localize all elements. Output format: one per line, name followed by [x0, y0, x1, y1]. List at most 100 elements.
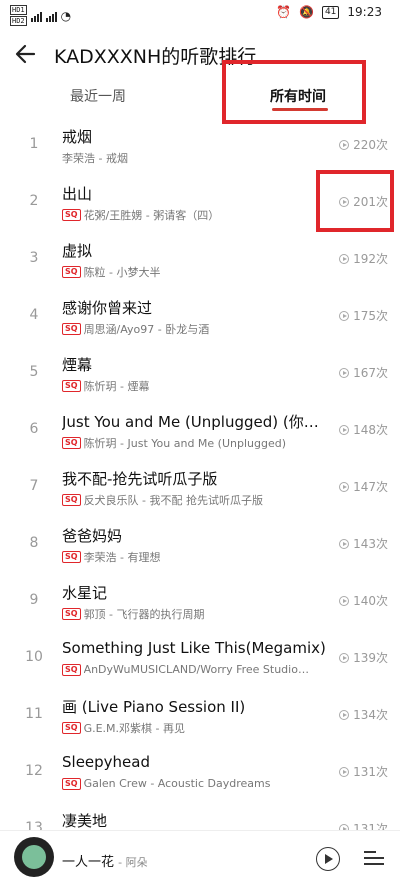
artist-album-text: 李荣浩 - 戒烟 — [62, 152, 128, 165]
rank-number: 9 — [29, 592, 39, 608]
play-count: 143次 — [339, 535, 388, 552]
song-row[interactable]: 3 虚拟 SQ 陈粒 - 小梦大半 192次 — [0, 234, 400, 290]
signal-icon-2 — [45, 10, 57, 22]
play-count-icon — [339, 253, 350, 264]
song-row[interactable]: 7 我不配-抢先试听瓜子版 SQ 反犬良乐队 - 我不配 抢先试听瓜子版 147次 — [0, 462, 400, 518]
song-row[interactable]: 8 爸爸妈妈 SQ 李荣浩 - 有理想 143次 — [0, 519, 400, 575]
wifi-icon: ◔ — [60, 8, 72, 23]
status-left: HD1 HD2 ◔ — [10, 5, 71, 26]
play-count: 220次 — [339, 136, 388, 153]
status-bar: HD1 HD2 ◔ ⏰ 🔕 41 19:23 — [0, 0, 400, 28]
rank-number: 11 — [25, 706, 43, 722]
play-count: 201次 — [339, 193, 388, 210]
sq-quality-badge: SQ — [62, 777, 81, 790]
now-playing-artist: - 阿朵 — [118, 856, 148, 869]
play-count-text: 148次 — [353, 423, 388, 437]
album-cover[interactable] — [14, 837, 54, 877]
song-title: Something Just Like This(Megamix) — [62, 639, 326, 657]
play-count-text: 139次 — [353, 651, 388, 665]
play-count-text: 220次 — [353, 138, 388, 152]
status-right: ⏰ 🔕 41 19:23 — [276, 5, 382, 19]
song-row[interactable]: 12 Sleepyhead SQ Galen Crew - Acoustic Dayd… — [0, 747, 400, 803]
playlist-queue-icon[interactable] — [364, 849, 384, 867]
sim-icons: HD1 HD2 — [10, 5, 27, 26]
song-title: Just You and Me (Unplugged) (你… — [62, 413, 319, 431]
song-title: 我不配-抢先试听瓜子版 — [62, 470, 218, 488]
rank-number: 1 — [29, 136, 39, 152]
header: KADXXXNH的听歌排行 — [0, 32, 400, 76]
rank-number: 3 — [29, 250, 39, 266]
play-count-text: 140次 — [353, 594, 388, 608]
song-subtitle: SQ 李荣浩 - 有理想 — [62, 549, 332, 565]
sq-quality-badge: SQ — [62, 551, 81, 563]
song-subtitle: SQ 反犬良乐队 - 我不配 抢先试听瓜子版 — [62, 492, 332, 508]
song-title: 出山 — [62, 185, 93, 203]
rank-number: 10 — [25, 649, 43, 665]
song-title: Sleepyhead — [62, 753, 150, 771]
battery-icon: 41 — [321, 5, 340, 19]
song-row[interactable]: 5 煙幕 SQ 陈忻玥 - 煙幕 167次 — [0, 348, 400, 404]
play-count-text: 143次 — [353, 537, 388, 551]
song-row[interactable]: 1 戒烟李荣浩 - 戒烟 220次 — [0, 120, 400, 176]
play-count-icon — [339, 139, 350, 150]
song-row[interactable]: 6 Just You and Me (Unplugged) (你… SQ 陈忻玥 - … — [0, 405, 400, 461]
signal-icon — [30, 10, 42, 22]
song-subtitle: SQ 陈忻玥 - 煙幕 — [62, 378, 332, 394]
now-playing-title: 一人一花 - 阿朵 — [62, 851, 148, 870]
play-count-text: 192次 — [353, 252, 388, 266]
play-count-text: 147次 — [353, 480, 388, 494]
song-title: 凄美地 — [62, 812, 108, 830]
tab-all-time[interactable]: 所有时间 — [270, 86, 326, 106]
song-subtitle: 李荣浩 - 戒烟 — [62, 150, 332, 166]
song-title: 爸爸妈妈 — [62, 527, 123, 545]
rank-number: 2 — [29, 193, 39, 209]
sq-quality-badge: SQ — [62, 494, 81, 506]
artist-album-text: Galen Crew - Acoustic Daydreams — [83, 777, 271, 790]
song-title: 水星记 — [62, 584, 108, 602]
sq-quality-badge: SQ — [62, 209, 81, 221]
play-count: 134次 — [339, 706, 388, 723]
play-count-text: 167次 — [353, 366, 388, 380]
rank-number: 6 — [29, 421, 39, 437]
play-count-text: 175次 — [353, 309, 388, 323]
song-row[interactable]: 2 出山 SQ 花粥/王胜娚 - 粥请客（四） 201次 — [0, 177, 400, 233]
artist-album-text: G.E.M.邓紫棋 - 再见 — [83, 722, 185, 735]
sim1-icon: HD1 — [10, 5, 27, 15]
song-subtitle: SQ郭顶 - 飞行器的执行周期 — [62, 606, 332, 622]
song-title: 戒烟 — [62, 128, 93, 146]
song-row[interactable]: 4 感谢你曾来过 SQ 周思涵/Ayo97 - 卧龙与酒 175次 — [0, 291, 400, 347]
rank-number: 4 — [29, 307, 39, 323]
play-button[interactable] — [316, 847, 340, 871]
artist-album-text: 李荣浩 - 有理想 — [83, 551, 161, 564]
play-count-icon — [339, 652, 350, 663]
song-title: 虚拟 — [62, 242, 93, 260]
mini-player[interactable]: 一人一花 - 阿朵 — [0, 830, 400, 888]
sq-quality-badge: SQ — [62, 266, 81, 278]
sq-quality-badge: SQ — [62, 663, 81, 676]
sq-quality-badge: SQ — [62, 608, 81, 620]
artist-album-text: 陈粒 - 小梦大半 — [83, 266, 161, 279]
tab-recent-week[interactable]: 最近一周 — [70, 86, 126, 106]
song-subtitle: SQ Galen Crew - Acoustic Daydreams — [62, 777, 332, 790]
sq-quality-badge: SQ — [62, 437, 81, 449]
play-count: 147次 — [339, 478, 388, 495]
song-row[interactable]: 11 画 (Live Piano Session II) SQ G.E.M.邓紫棋 -… — [0, 690, 400, 746]
play-count-icon — [339, 424, 350, 435]
play-count-icon — [339, 481, 350, 492]
song-row[interactable]: 10 Something Just Like This(Megamix) SQ AnD… — [0, 633, 400, 689]
artist-album-text: 反犬良乐队 - 我不配 抢先试听瓜子版 — [83, 494, 264, 507]
play-count-icon — [339, 310, 350, 321]
artist-album-text: 陈忻玥 - 煙幕 — [83, 380, 150, 393]
song-title: 感谢你曾来过 — [62, 299, 153, 317]
play-count: 175次 — [339, 307, 388, 324]
back-arrow-icon[interactable] — [12, 40, 40, 68]
sq-quality-badge: SQ — [62, 722, 81, 734]
page-title: KADXXXNH的听歌排行 — [54, 46, 257, 68]
song-title: 煙幕 — [62, 356, 93, 374]
sq-quality-badge: SQ — [62, 323, 81, 335]
tab-indicator — [272, 108, 328, 111]
sim2-icon: HD2 — [10, 16, 27, 26]
song-row[interactable]: 9 水星记 SQ 郭顶 - 飞行器的执行周期 140次 — [0, 576, 400, 632]
mute-icon: 🔕 — [299, 5, 314, 19]
play-count: 139次 — [339, 649, 388, 666]
